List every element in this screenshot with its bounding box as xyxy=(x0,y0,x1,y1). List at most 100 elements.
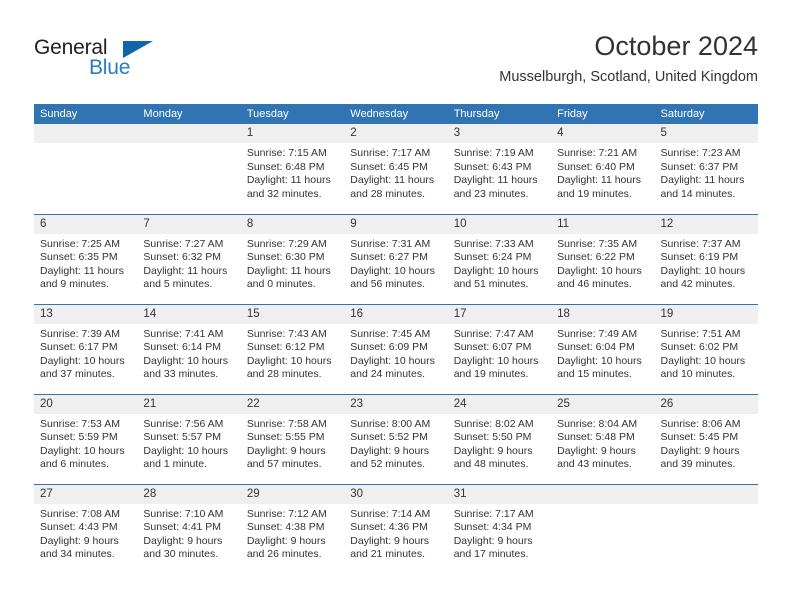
day-detail-line: Sunrise: 7:25 AM xyxy=(40,237,120,250)
day-details: Sunrise: 8:04 AM Sunset: 5:48 PM Daylight:… xyxy=(551,414,654,472)
calendar-day-cell[interactable]: 24 Sunrise: 8:02 AM Sunset: 5:50 PM Dayligh… xyxy=(447,393,552,484)
day-detail-line: Sunset: 6:17 PM xyxy=(40,341,118,354)
day-detail-line: Sunrise: 7:23 AM xyxy=(660,147,741,159)
day-details: Sunrise: 7:35 AM Sunset: 6:22 PM Daylight:… xyxy=(551,234,654,292)
calendar-day-cell[interactable]: 26 Sunrise: 8:06 AM Sunset: 5:45 PM Dayligh… xyxy=(654,393,758,484)
day-details: Sunrise: 8:00 AM Sunset: 5:52 PM Daylight:… xyxy=(344,414,447,472)
calendar-day-cell[interactable]: 15 Sunrise: 7:43 AM Sunset: 6:12 PM Dayligh… xyxy=(240,303,345,394)
day-number xyxy=(34,124,138,143)
calendar-day-cell[interactable]: 28 Sunrise: 7:10 AM Sunset: 4:41 PM Dayligh… xyxy=(137,483,241,574)
day-detail-line: Daylight: 9 hours xyxy=(350,534,430,547)
calendar-day-cell[interactable]: 21 Sunrise: 7:56 AM Sunset: 5:57 PM Dayligh… xyxy=(137,393,241,484)
calendar-day-cell[interactable]: 6 Sunrise: 7:25 AM Sunset: 6:35 PM Daylight… xyxy=(34,213,138,304)
calendar-day-cell[interactable]: 20 Sunrise: 7:53 AM Sunset: 5:59 PM Dayligh… xyxy=(34,393,138,484)
calendar-day-cell[interactable]: 31 Sunrise: 7:17 AM Sunset: 4:34 PM Dayligh… xyxy=(447,483,552,574)
calendar-day-cell[interactable]: 3 Sunrise: 7:19 AM Sunset: 6:43 PM Daylight… xyxy=(447,124,552,214)
calendar-day-cell-empty xyxy=(551,483,655,574)
day-detail-line: and 17 minutes. xyxy=(453,548,529,561)
calendar-day-cell[interactable]: 17 Sunrise: 7:47 AM Sunset: 6:07 PM Dayligh… xyxy=(447,303,552,394)
weekday-header-saturday: Saturday xyxy=(654,104,758,124)
day-number: 2 xyxy=(344,124,448,143)
calendar-day-cell[interactable]: 14 Sunrise: 7:41 AM Sunset: 6:14 PM Dayligh… xyxy=(137,303,241,394)
day-detail-line: Sunset: 6:27 PM xyxy=(350,251,428,264)
day-number: 14 xyxy=(137,304,241,324)
day-details: Sunrise: 7:58 AM Sunset: 5:55 PM Daylight:… xyxy=(241,414,344,472)
calendar-day-cell[interactable]: 13 Sunrise: 7:39 AM Sunset: 6:17 PM Dayligh… xyxy=(34,303,138,394)
calendar-day-cell[interactable]: 10 Sunrise: 7:33 AM Sunset: 6:24 PM Dayligh… xyxy=(447,213,552,304)
calendar-day-cell[interactable]: 16 Sunrise: 7:45 AM Sunset: 6:09 PM Dayligh… xyxy=(344,303,448,394)
day-details: Sunrise: 7:33 AM Sunset: 6:24 PM Daylight:… xyxy=(448,234,551,292)
day-details: Sunrise: 7:19 AM Sunset: 6:43 PM Daylight:… xyxy=(448,143,551,201)
day-number: 8 xyxy=(240,214,345,234)
day-detail-line: Daylight: 11 hours xyxy=(453,174,538,187)
day-detail-line: Daylight: 10 hours xyxy=(660,264,746,277)
calendar-day-cell[interactable]: 22 Sunrise: 7:58 AM Sunset: 5:55 PM Dayligh… xyxy=(240,393,345,484)
calendar-day-cell[interactable]: 12 Sunrise: 7:37 AM Sunset: 6:19 PM Dayligh… xyxy=(654,213,758,304)
day-detail-line: and 46 minutes. xyxy=(557,278,632,291)
calendar-day-cell[interactable]: 11 Sunrise: 7:35 AM Sunset: 6:22 PM Dayligh… xyxy=(551,213,655,304)
day-details: Sunrise: 7:49 AM Sunset: 6:04 PM Daylight:… xyxy=(551,324,654,382)
day-details: Sunrise: 7:51 AM Sunset: 6:02 PM Daylight:… xyxy=(655,324,758,382)
day-detail-line: Daylight: 10 hours xyxy=(660,354,746,367)
day-detail-line: Daylight: 9 hours xyxy=(246,534,326,547)
day-detail-line: and 42 minutes. xyxy=(660,278,736,291)
day-details: Sunrise: 7:47 AM Sunset: 6:07 PM Daylight:… xyxy=(448,324,551,382)
calendar-day-cell[interactable]: 25 Sunrise: 8:04 AM Sunset: 5:48 PM Dayligh… xyxy=(551,393,655,484)
day-number: 27 xyxy=(34,484,138,504)
day-detail-line: Daylight: 11 hours xyxy=(246,264,331,277)
day-detail-line: and 28 minutes. xyxy=(350,187,425,200)
calendar-day-cell[interactable]: 19 Sunrise: 7:51 AM Sunset: 6:02 PM Dayligh… xyxy=(654,303,758,394)
calendar-week-row: 1 Sunrise: 7:15 AM Sunset: 6:48 PM Daylight… xyxy=(34,124,758,214)
day-number: 26 xyxy=(654,394,758,414)
day-detail-line: Sunrise: 7:49 AM xyxy=(557,327,638,340)
calendar-day-cell[interactable]: 30 Sunrise: 7:14 AM Sunset: 4:36 PM Dayligh… xyxy=(344,483,448,574)
weekday-header-sunday: Sunday xyxy=(34,104,138,124)
day-number: 11 xyxy=(551,214,655,234)
calendar-week-row: 20 Sunrise: 7:53 AM Sunset: 5:59 PM Dayligh… xyxy=(34,393,758,484)
day-detail-line: Daylight: 11 hours xyxy=(660,174,745,187)
calendar-day-cell[interactable]: 5 Sunrise: 7:23 AM Sunset: 6:37 PM Daylight… xyxy=(654,124,758,214)
calendar-day-cell[interactable]: 27 Sunrise: 7:08 AM Sunset: 4:43 PM Dayligh… xyxy=(34,483,138,574)
day-details: Sunrise: 7:23 AM Sunset: 6:37 PM Daylight:… xyxy=(655,143,758,201)
day-details: Sunrise: 7:17 AM Sunset: 6:45 PM Daylight:… xyxy=(344,143,447,201)
day-detail-line: Sunset: 6:24 PM xyxy=(453,251,532,264)
calendar-day-cell[interactable]: 1 Sunrise: 7:15 AM Sunset: 6:48 PM Daylight… xyxy=(240,124,345,214)
day-detail-line: Sunrise: 8:06 AM xyxy=(660,417,741,430)
day-detail-line: Sunset: 4:36 PM xyxy=(350,521,428,534)
day-number xyxy=(137,124,241,143)
day-detail-line: Sunset: 6:32 PM xyxy=(143,251,222,264)
day-detail-line: and 23 minutes. xyxy=(453,187,529,200)
calendar-week-row: 27 Sunrise: 7:08 AM Sunset: 4:43 PM Dayligh… xyxy=(34,483,758,574)
calendar-day-cell[interactable]: 4 Sunrise: 7:21 AM Sunset: 6:40 PM Daylight… xyxy=(551,124,655,214)
day-detail-line: Daylight: 11 hours xyxy=(350,174,435,187)
day-number: 10 xyxy=(447,214,552,234)
calendar-page: General Blue October 2024 Musselburgh, S… xyxy=(0,0,792,612)
calendar-day-cell[interactable]: 8 Sunrise: 7:29 AM Sunset: 6:30 PM Daylight… xyxy=(240,213,345,304)
general-blue-logo[interactable]: General Blue xyxy=(34,36,174,84)
day-number: 12 xyxy=(654,214,758,234)
calendar-day-cell[interactable]: 18 Sunrise: 7:49 AM Sunset: 6:04 PM Dayligh… xyxy=(551,303,655,394)
calendar-day-cell[interactable]: 7 Sunrise: 7:27 AM Sunset: 6:32 PM Daylight… xyxy=(137,213,241,304)
day-detail-line: Sunrise: 7:39 AM xyxy=(40,327,120,340)
day-detail-line: Sunrise: 7:21 AM xyxy=(557,147,638,159)
day-number: 19 xyxy=(654,304,758,324)
day-detail-line: and 9 minutes. xyxy=(40,278,109,291)
day-detail-line: and 10 minutes. xyxy=(660,368,736,381)
day-detail-line: Sunset: 6:48 PM xyxy=(246,160,325,173)
day-detail-line: Daylight: 10 hours xyxy=(350,354,435,367)
day-detail-line: Sunset: 5:57 PM xyxy=(143,431,222,444)
day-detail-line: and 33 minutes. xyxy=(143,368,219,381)
calendar-day-cell[interactable]: 29 Sunrise: 7:12 AM Sunset: 4:38 PM Dayligh… xyxy=(240,483,345,574)
day-number: 18 xyxy=(551,304,655,324)
calendar-day-cell[interactable]: 23 Sunrise: 8:00 AM Sunset: 5:52 PM Dayligh… xyxy=(344,393,448,484)
day-detail-line: and 14 minutes. xyxy=(660,187,736,200)
calendar-day-cell[interactable]: 9 Sunrise: 7:31 AM Sunset: 6:27 PM Daylight… xyxy=(344,213,448,304)
day-detail-line: Daylight: 11 hours xyxy=(40,264,124,277)
day-detail-line: Sunrise: 7:29 AM xyxy=(246,237,327,250)
day-number: 13 xyxy=(34,304,138,324)
day-detail-line: Sunrise: 7:17 AM xyxy=(350,147,431,159)
day-number: 21 xyxy=(137,394,241,414)
calendar-day-cell[interactable]: 2 Sunrise: 7:17 AM Sunset: 6:45 PM Daylight… xyxy=(344,124,448,214)
day-detail-line: and 0 minutes. xyxy=(246,278,316,291)
logo-text-blue: Blue xyxy=(89,56,131,79)
